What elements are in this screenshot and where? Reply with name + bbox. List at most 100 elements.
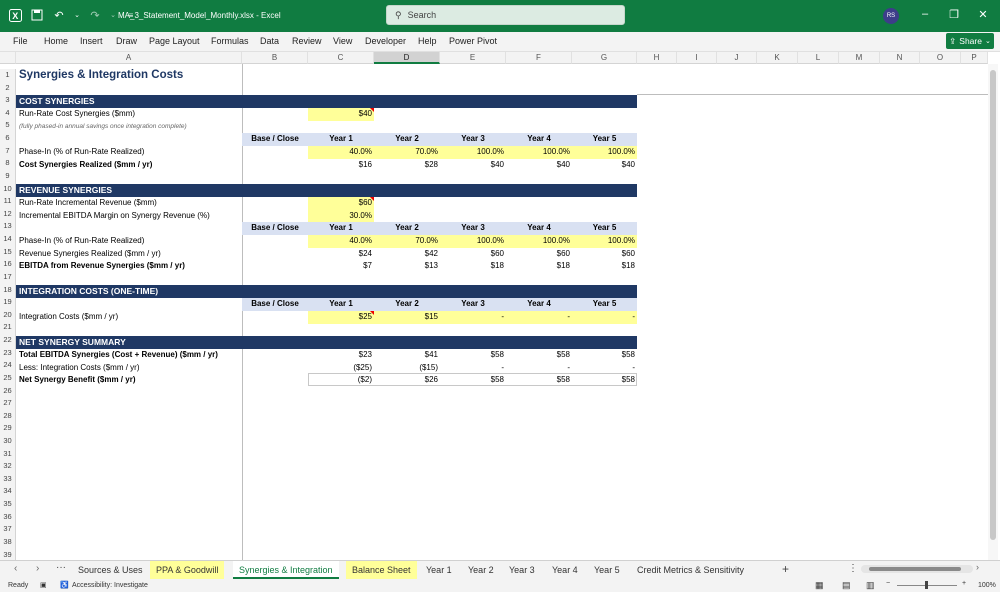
normal-view-icon[interactable]: ▦	[815, 580, 824, 591]
net-benefit-label[interactable]: Net Synergy Benefit ($mm / yr)	[17, 374, 137, 387]
period-header-cell[interactable]: Year 2	[374, 222, 440, 235]
row-header[interactable]: 28	[0, 409, 16, 423]
row-header[interactable]: 27	[0, 397, 16, 410]
row-header[interactable]: 26	[0, 384, 16, 398]
zoom-slider-thumb[interactable]	[925, 581, 928, 589]
menu-developer[interactable]: Developer	[365, 36, 406, 46]
value-cell[interactable]: -	[506, 311, 572, 324]
value-cell[interactable]: 100.0%	[506, 146, 572, 159]
cost-synergies-header[interactable]: COST SYNERGIES	[17, 95, 97, 108]
value-cell[interactable]: $25	[308, 311, 374, 324]
value-cell[interactable]: 100.0%	[572, 235, 637, 248]
cost-runrate-label[interactable]: Run-Rate Cost Synergies ($mm)	[17, 108, 137, 121]
value-cell[interactable]: $42	[374, 248, 440, 261]
value-cell[interactable]: $23	[308, 349, 374, 362]
row-header[interactable]: 33	[0, 472, 16, 486]
row-header[interactable]: 2	[0, 81, 16, 95]
net-less-label[interactable]: Less: Integration Costs ($mm / yr)	[17, 362, 141, 375]
row-header[interactable]: 9	[0, 169, 16, 183]
value-cell[interactable]: $24	[308, 248, 374, 261]
column-header-g[interactable]: G	[572, 52, 637, 64]
row-header[interactable]: 20	[0, 308, 16, 322]
undo-dropdown-icon[interactable]: ⌄	[74, 8, 80, 22]
page-layout-view-icon[interactable]: ▤	[842, 580, 851, 591]
tab-balance-sheet[interactable]: Balance Sheet	[346, 561, 417, 579]
add-sheet-icon[interactable]: +	[782, 562, 789, 576]
row-header[interactable]: 17	[0, 270, 16, 284]
cost-realized-label[interactable]: Cost Synergies Realized ($mm / yr)	[17, 159, 154, 172]
row-header[interactable]: 4	[0, 106, 16, 120]
tab-options-icon[interactable]: ⋮	[848, 563, 858, 574]
column-header-c[interactable]: C	[308, 52, 374, 64]
value-cell[interactable]: 40.0%	[308, 146, 374, 159]
rev-phase-label[interactable]: Phase-In (% of Run-Rate Realized)	[17, 235, 146, 248]
column-header-m[interactable]: M	[839, 52, 880, 64]
row-header[interactable]: 14	[0, 233, 16, 246]
value-cell[interactable]: $58	[506, 374, 572, 387]
row-header[interactable]: 19	[0, 296, 16, 309]
value-cell[interactable]: 100.0%	[506, 235, 572, 248]
column-header-k[interactable]: K	[757, 52, 798, 64]
column-header-f[interactable]: F	[506, 52, 572, 64]
column-header-d[interactable]: D	[374, 52, 440, 64]
row-header[interactable]: 6	[0, 132, 16, 145]
row-header[interactable]: 10	[0, 182, 16, 196]
tab-year-5[interactable]: Year 5	[588, 561, 626, 579]
menu-home[interactable]: Home	[44, 36, 68, 46]
value-cell[interactable]: 100.0%	[572, 146, 637, 159]
horizontal-scrollbar[interactable]	[861, 565, 973, 573]
menu-insert[interactable]: Insert	[80, 36, 103, 46]
row-header[interactable]: 3	[0, 94, 16, 107]
period-header-cell[interactable]: Year 2	[374, 133, 440, 146]
value-cell[interactable]: ($2)	[308, 374, 374, 387]
rev-margin-label[interactable]: Incremental EBITDA Margin on Synergy Rev…	[17, 210, 212, 223]
zoom-out-icon[interactable]: −	[886, 580, 890, 587]
net-synergy-header[interactable]: NET SYNERGY SUMMARY	[17, 336, 128, 349]
value-cell[interactable]: $60	[506, 248, 572, 261]
value-cell[interactable]: $16	[308, 159, 374, 172]
row-header[interactable]: 18	[0, 283, 16, 297]
row-header[interactable]: 30	[0, 434, 16, 448]
restore-icon[interactable]: ❐	[947, 8, 961, 21]
column-header-i[interactable]: I	[677, 52, 717, 64]
row-header[interactable]: 31	[0, 447, 16, 461]
integration-label[interactable]: Integration Costs ($mm / yr)	[17, 311, 120, 324]
sheet-title[interactable]: Synergies & Integration Costs	[17, 67, 185, 83]
menu-draw[interactable]: Draw	[116, 36, 137, 46]
net-total-label[interactable]: Total EBITDA Synergies (Cost + Revenue) …	[17, 349, 220, 362]
redo-dropdown-icon[interactable]: ⌄	[110, 8, 116, 22]
cost-phase-label[interactable]: Phase-In (% of Run-Rate Realized)	[17, 146, 146, 159]
rev-runrate-value[interactable]: $60	[308, 197, 374, 210]
row-header[interactable]: 11	[0, 195, 16, 208]
menu-data[interactable]: Data	[260, 36, 279, 46]
tab-year-4[interactable]: Year 4	[546, 561, 584, 579]
cost-runrate-value[interactable]: $40	[308, 108, 374, 121]
macro-recording-icon[interactable]: ▣	[40, 581, 47, 589]
value-cell[interactable]: $58	[506, 349, 572, 362]
scroll-tabs-right-icon[interactable]: ›	[36, 563, 39, 574]
value-cell[interactable]: $60	[440, 248, 506, 261]
value-cell[interactable]: $41	[374, 349, 440, 362]
value-cell[interactable]: 100.0%	[440, 235, 506, 248]
row-header[interactable]: 32	[0, 460, 16, 473]
value-cell[interactable]: 40.0%	[308, 235, 374, 248]
period-header-cell[interactable]: Base / Close	[242, 298, 308, 311]
tab-sources-uses[interactable]: Sources & Uses	[72, 561, 149, 579]
value-cell[interactable]: $58	[440, 349, 506, 362]
period-header-cell[interactable]: Year 3	[440, 222, 506, 235]
value-cell[interactable]: 70.0%	[374, 235, 440, 248]
row-header[interactable]: 29	[0, 422, 16, 436]
menu-review[interactable]: Review	[292, 36, 322, 46]
accessibility-status[interactable]: Accessibility: Investigate	[72, 582, 148, 589]
integration-costs-header[interactable]: INTEGRATION COSTS (ONE-TIME)	[17, 285, 160, 298]
search-box[interactable]: ⚲ Search	[386, 5, 625, 25]
menu-page-layout[interactable]: Page Layout	[149, 36, 200, 46]
period-header-cell[interactable]: Year 1	[308, 222, 374, 235]
vertical-scroll-thumb[interactable]	[990, 70, 996, 540]
row-header[interactable]: 7	[0, 144, 16, 158]
save-icon[interactable]	[30, 8, 44, 22]
value-cell[interactable]: 100.0%	[440, 146, 506, 159]
menu-power-pivot[interactable]: Power Pivot	[449, 36, 497, 46]
column-header-e[interactable]: E	[440, 52, 506, 64]
column-header-h[interactable]: H	[637, 52, 677, 64]
